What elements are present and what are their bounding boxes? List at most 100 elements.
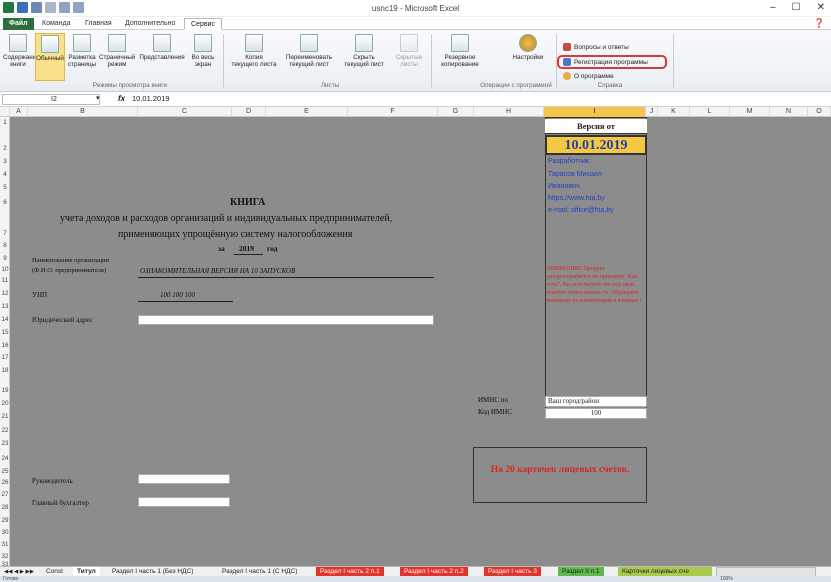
chevron-down-icon[interactable]: ▾ [96, 94, 100, 102]
ribbon: Содержание книги Обычный Разметка страни… [0, 30, 831, 92]
fx-icon[interactable]: fx [118, 94, 125, 103]
tab-command[interactable]: Команда [36, 18, 77, 30]
full-screen-icon [194, 34, 212, 52]
column-header[interactable]: N [770, 107, 808, 117]
page-layout-button[interactable]: Разметка страницы [67, 34, 97, 68]
site-link[interactable]: https://www.hta.by [548, 195, 605, 202]
normal-view-button[interactable]: Обычный [35, 33, 65, 81]
ribbon-tabs: Файл Команда Главная Дополнительно Серви… [0, 17, 831, 30]
window-controls: – ☐ ✕ [770, 2, 825, 13]
column-header[interactable]: M [730, 107, 770, 117]
column-header[interactable]: G [438, 107, 474, 117]
tab-home[interactable]: Главная [79, 18, 118, 30]
page-break-button[interactable]: Страничный режим [99, 34, 135, 68]
row-header[interactable]: 8 [0, 242, 10, 249]
row-header[interactable]: 5 [0, 184, 10, 191]
group-separator [431, 34, 432, 88]
column-header[interactable]: E [266, 107, 348, 117]
qa-button[interactable]: Вопросы и ответы [563, 43, 629, 51]
row-header[interactable]: 18 [0, 367, 10, 374]
row-header[interactable]: 23 [0, 440, 10, 447]
hide-sheet-button[interactable]: Скрыть текущий лист [338, 34, 390, 68]
row-header[interactable]: 17 [0, 354, 10, 361]
column-header[interactable]: J [646, 107, 658, 117]
column-header[interactable]: A [10, 107, 28, 117]
sheet-tabs: ◀◀ ◀ ▶ ▶▶ Const Титул Раздел I часть 1 (… [0, 566, 831, 577]
column-header[interactable]: D [232, 107, 266, 117]
column-header[interactable]: O [808, 107, 831, 117]
version-title: Версия от [545, 119, 647, 134]
year-field[interactable]: 2019 [239, 244, 254, 253]
row-header[interactable]: 27 [0, 491, 10, 498]
row-header[interactable]: 25 [0, 468, 10, 475]
worksheet[interactable]: КНИГА учета доходов и расходов организац… [10, 117, 831, 566]
about-button[interactable]: О программе [563, 72, 614, 80]
unp-value[interactable]: 100 100 100 [160, 291, 195, 299]
column-header[interactable]: H [474, 107, 544, 117]
close-button[interactable]: ✕ [817, 2, 825, 13]
column-header[interactable]: B [28, 107, 138, 117]
formula-input[interactable]: 10.01.2019 [132, 94, 170, 103]
row-header[interactable]: 28 [0, 504, 10, 511]
org-label: (Ф.И.О. предпринимателя) [32, 267, 107, 274]
email-link[interactable]: e-mail: office@hta.by [548, 207, 614, 214]
row-header[interactable]: 24 [0, 455, 10, 462]
row-header[interactable]: 3 [0, 158, 10, 165]
cards-info: На 20 карточек лицевых счетов. [473, 447, 647, 503]
imns-field[interactable]: Ваш город/район [545, 396, 647, 407]
tab-service[interactable]: Сервис [184, 18, 222, 30]
row-header[interactable]: 13 [0, 303, 10, 310]
row-header[interactable]: 20 [0, 400, 10, 407]
head-input[interactable] [138, 474, 230, 484]
row-header[interactable]: 9 [0, 255, 10, 262]
rename-sheet-button[interactable]: Переименовать текущий лист [283, 34, 335, 68]
org-value[interactable]: ОЗНАКОМИТЕЛЬНАЯ ВЕРСИЯ НА 10 ЗАПУСКОВ [140, 267, 295, 275]
address-input[interactable] [138, 315, 434, 325]
column-header[interactable]: L [690, 107, 730, 117]
row-header[interactable]: 4 [0, 171, 10, 178]
row-header[interactable]: 12 [0, 290, 10, 297]
imns-code-label: Код ИМНС [478, 408, 512, 416]
select-all[interactable] [0, 107, 10, 117]
row-header[interactable]: 29 [0, 517, 10, 524]
row-header[interactable]: 14 [0, 316, 10, 323]
row-header[interactable]: 6 [0, 199, 10, 206]
page-layout-icon [73, 34, 91, 52]
version-date[interactable]: 10.01.2019 [545, 135, 647, 155]
row-header[interactable]: 16 [0, 342, 10, 349]
row-header[interactable]: 26 [0, 479, 10, 486]
name-box[interactable]: I2 [2, 94, 100, 105]
help-icon[interactable]: ❓ [814, 18, 825, 29]
row-header[interactable]: 1 [0, 119, 10, 126]
row-header[interactable]: 30 [0, 529, 10, 536]
backup-button[interactable]: Резервное копирование [436, 34, 484, 68]
accountant-input[interactable] [138, 497, 230, 507]
row-header[interactable]: 10 [0, 266, 10, 273]
row-header[interactable]: 22 [0, 427, 10, 434]
row-header[interactable]: 21 [0, 413, 10, 420]
row-header[interactable]: 32 [0, 553, 10, 560]
copy-sheet-button[interactable]: Копия текущего листа [228, 34, 280, 68]
minimize-button[interactable]: – [770, 2, 776, 13]
row-header[interactable]: 19 [0, 387, 10, 394]
full-screen-button[interactable]: Во весь экран [188, 34, 218, 68]
column-header-selected[interactable]: I [544, 107, 646, 117]
column-header[interactable]: C [138, 107, 232, 117]
tab-additional[interactable]: Дополнительно [119, 18, 181, 30]
tab-file[interactable]: Файл [3, 18, 34, 30]
column-header[interactable]: K [658, 107, 690, 117]
column-header[interactable]: F [348, 107, 438, 117]
row-header[interactable]: 15 [0, 329, 10, 336]
maximize-button[interactable]: ☐ [792, 2, 801, 13]
info-icon [563, 72, 571, 80]
settings-button[interactable]: Настройки [507, 34, 549, 61]
row-header[interactable]: 31 [0, 541, 10, 548]
row-header[interactable]: 7 [0, 230, 10, 237]
contents-button[interactable]: Содержание книги [3, 34, 40, 68]
imns-code-field[interactable]: 100 [545, 408, 647, 419]
row-header[interactable]: 11 [0, 277, 10, 284]
zoom-level[interactable]: 100% [720, 576, 733, 582]
hidden-sheets-button[interactable]: Скрытые листы [392, 34, 426, 68]
row-header[interactable]: 2 [0, 145, 10, 152]
custom-views-button[interactable]: Представления [137, 34, 187, 61]
